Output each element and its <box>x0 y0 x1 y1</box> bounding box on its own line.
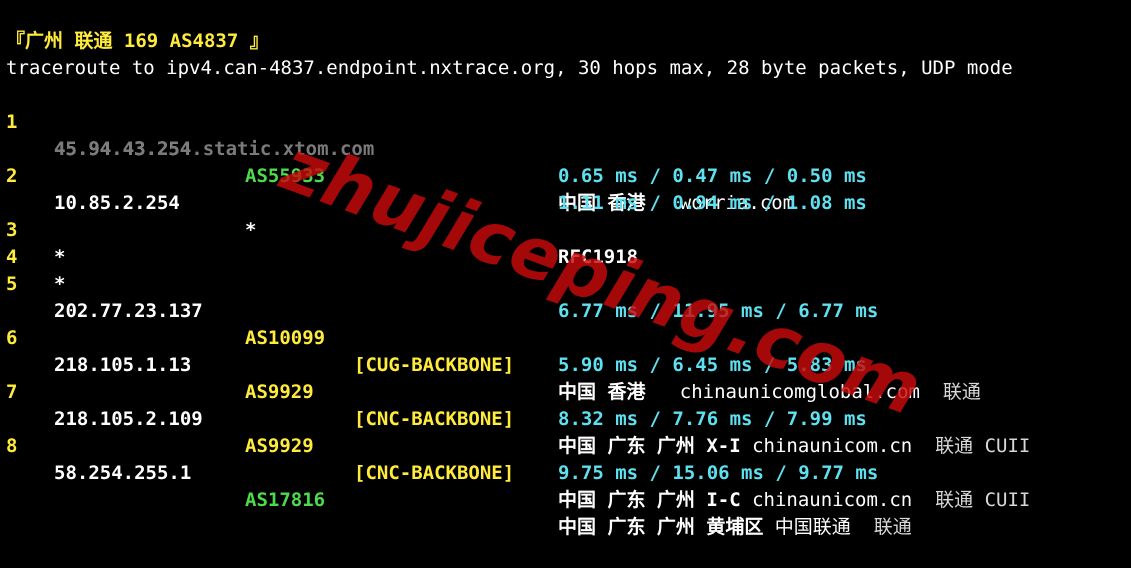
traceroute-command: traceroute to ipv4.can-4837.endpoint.nxt… <box>6 57 1013 79</box>
hop-domain: 中国联通 <box>774 516 851 538</box>
hop-row: 7 218.105.2.109 AS9929 [CNC-BACKBONE] 中国… <box>6 352 1126 511</box>
hop-asn: AS17816 <box>245 489 326 511</box>
hop-detail-row: 45.94.43.254.static.xtom.com 0.65 ms / 0… <box>6 109 1126 187</box>
hop-domain: chinaunicom.cn <box>752 489 913 511</box>
hop-row: 2 10.85.2.254 * RFC1918 <box>6 136 1126 268</box>
hop-geo: 中国 广东 广州 I-C chinaunicom.cn 联通 CUII <box>558 487 1030 514</box>
hop-detail-row: 1.11 ms / 0.94 ms / 1.08 ms <box>6 163 1126 214</box>
hop-detail-row: 8.32 ms / 7.76 ms / 7.99 ms <box>6 379 1126 430</box>
hop-geo: 中国 广东 广州 黄埔区 中国联通 联通 <box>558 514 912 541</box>
hop-detail-row: 6.77 ms / 11.95 ms / 6.77 ms <box>6 271 1126 322</box>
hop-isp: 联通 CUII <box>935 489 1031 511</box>
hop-row: 4 * <box>6 217 1126 295</box>
hop-row: 3 * <box>6 190 1126 268</box>
hop-backbone-tag: [CNC-BACKBONE] <box>354 462 515 484</box>
trace-header: 『广州 联通 169 AS4837 』 <box>6 30 269 52</box>
hop-detail-row: 5.90 ms / 6.45 ms / 5.83 ms <box>6 325 1126 376</box>
hop-row: 5 202.77.23.137 AS10099 [CUG-BACKBONE] 中… <box>6 244 1126 403</box>
hop-detail-row: 9.75 ms / 15.06 ms / 9.77 ms <box>6 433 1126 484</box>
hop-geo-location: 中国 广东 广州 I-C <box>558 489 741 511</box>
hop-rtt: 9.75 ms / 15.06 ms / 9.77 ms <box>558 462 879 484</box>
hop-row: 6 218.105.1.13 AS9929 [CNC-BACKBONE] 中国 … <box>6 298 1126 457</box>
hop-isp: 联通 <box>873 516 912 538</box>
hop-ip: 58.254.255.1 <box>54 462 192 484</box>
hop-geo-location: 中国 广东 广州 黄埔区 <box>558 516 764 538</box>
terminal-output: 『广州 联通 169 AS4837 』 traceroute to ipv4.c… <box>6 28 1126 538</box>
hop-row: 8 58.254.255.1 AS17816 中国 广东 广州 黄埔区 中国联通… <box>6 406 1126 538</box>
hop-row: 1 45.94.43.254 AS55933 中国 香港 worria.com <box>6 82 1126 214</box>
